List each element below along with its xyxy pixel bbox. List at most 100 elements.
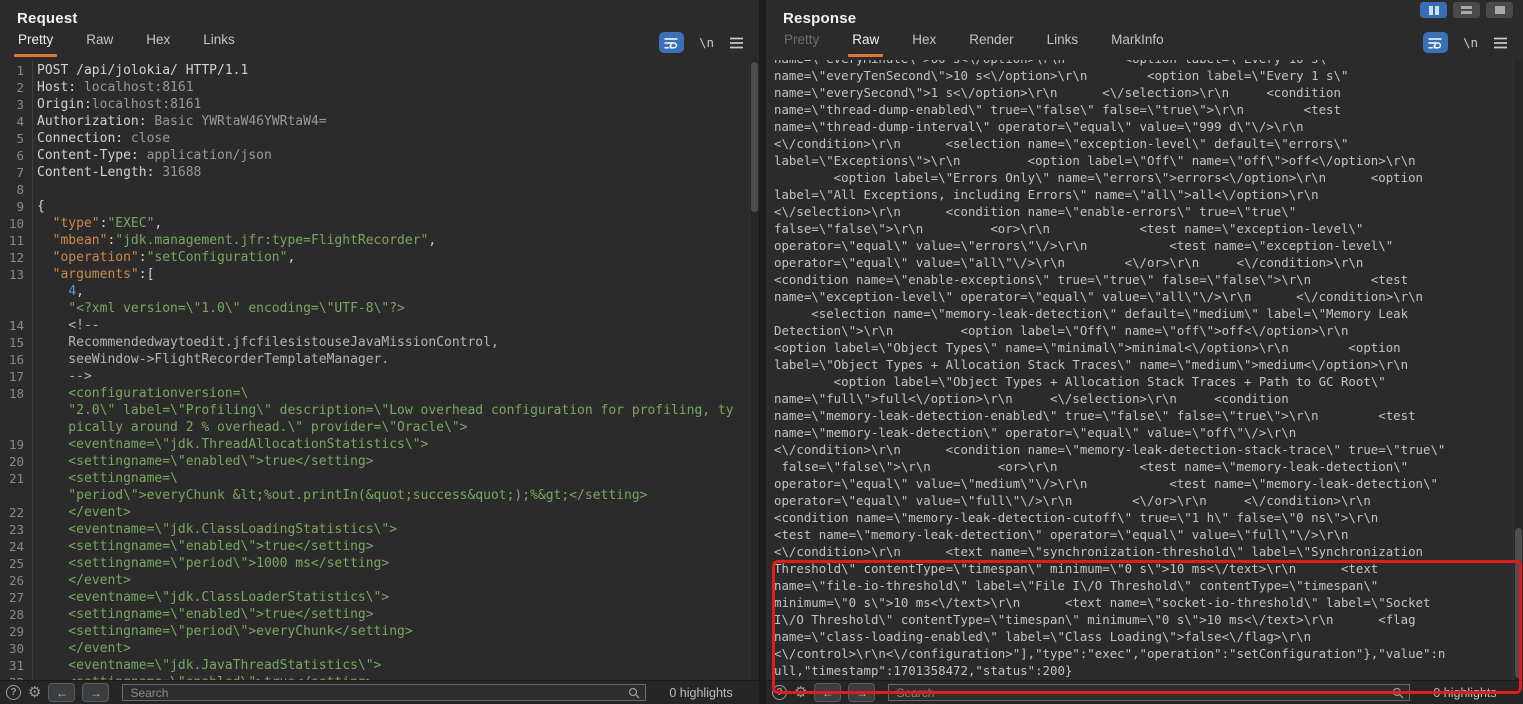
code-line: 28 <settingname=\"enabled\">true</settin… <box>0 606 759 623</box>
word-wrap-icon <box>1428 37 1443 49</box>
layout-side-by-side-button[interactable] <box>1420 2 1447 18</box>
code-text: "2.0\" label=\"Profiling\" description=\… <box>32 402 734 419</box>
search-settings-gear-icon[interactable]: ⚙ <box>28 685 41 700</box>
panel-menu-icon[interactable] <box>1493 37 1508 49</box>
layout-single-button[interactable] <box>1486 2 1513 18</box>
tab-raw[interactable]: Raw <box>85 28 114 57</box>
code-line: 7Content-Length: 31688 <box>0 164 759 181</box>
code-line: 27 <eventname=\"jdk.ClassLoaderStatistic… <box>0 589 759 606</box>
line-number <box>0 283 32 300</box>
code-line: 4, <box>0 283 759 300</box>
tab-pretty[interactable]: Pretty <box>783 28 820 57</box>
tab-raw[interactable]: Raw <box>851 28 880 57</box>
help-icon[interactable]: ? <box>772 685 787 700</box>
next-match-button[interactable]: → <box>848 683 875 702</box>
line-number <box>0 487 32 504</box>
request-search-field[interactable] <box>122 684 646 701</box>
response-scrollbar-thumb[interactable] <box>1515 528 1522 678</box>
previous-match-button[interactable]: ← <box>814 683 841 702</box>
tab-links[interactable]: Links <box>202 28 236 57</box>
show-newlines-toggle[interactable]: \n <box>699 35 714 50</box>
code-text: <settingname=\"enabled\">true</setting> <box>32 453 374 470</box>
line-number: 7 <box>0 164 32 181</box>
response-panel-header: Response Pretty Raw Hex Render Links MarkInfo… <box>766 0 1523 60</box>
show-newlines-toggle[interactable]: \n <box>1463 35 1478 50</box>
raw-line: name=\"everyTenSecond\">10 s<\/option>\r… <box>766 67 1523 84</box>
panel-splitter[interactable] <box>759 0 766 704</box>
tab-links[interactable]: Links <box>1046 28 1080 57</box>
line-number: 31 <box>0 657 32 674</box>
response-scrollbar[interactable] <box>1513 60 1523 680</box>
request-editor[interactable]: 1POST /api/jolokia/ HTTP/1.12Host: local… <box>0 60 759 680</box>
previous-match-button[interactable]: ← <box>48 683 75 702</box>
code-line: 26 </event> <box>0 572 759 589</box>
line-number: 20 <box>0 453 32 470</box>
help-icon[interactable]: ? <box>6 685 21 700</box>
code-line: pically around 2 % overhead.\" provider=… <box>0 419 759 436</box>
layout-stacked-button[interactable] <box>1453 2 1480 18</box>
code-text: <settingname=\"enabled\">true</setting> <box>32 606 374 623</box>
square-icon <box>1495 6 1505 14</box>
request-scrollbar[interactable] <box>749 60 759 680</box>
word-wrap-toggle-button[interactable] <box>659 32 684 53</box>
line-number: 2 <box>0 79 32 96</box>
raw-line: name=\"memory-leak-detection-enabled\" t… <box>766 407 1523 424</box>
response-search-input[interactable] <box>894 685 1392 701</box>
response-editor[interactable]: name=\"everyMinute\">60 s<\/option>\r\n … <box>766 60 1523 680</box>
code-line: 25 <settingname=\"period\">1000 ms</sett… <box>0 555 759 572</box>
tab-pretty[interactable]: Pretty <box>17 28 54 57</box>
code-line: 30 </event> <box>0 640 759 657</box>
raw-line: name=\"thread-dump-enabled\" true=\"fals… <box>766 101 1523 118</box>
raw-line: operator=\"equal\" value=\"all\"\/>\r\n … <box>766 254 1523 271</box>
code-text: --> <box>32 368 92 385</box>
line-number: 28 <box>0 606 32 623</box>
request-title: Request <box>0 0 759 27</box>
tab-markinfo[interactable]: MarkInfo <box>1110 28 1165 57</box>
code-line: 19 <eventname=\"jdk.ThreadAllocationStat… <box>0 436 759 453</box>
code-line: 6Content-Type: application/json <box>0 147 759 164</box>
code-text: </event> <box>32 572 131 589</box>
code-text: pically around 2 % overhead.\" provider=… <box>32 419 467 436</box>
raw-line: ull,"timestamp":1701358472,"status":200} <box>766 662 1523 679</box>
request-tabs: Pretty Raw Hex Links <box>17 28 267 57</box>
search-settings-gear-icon[interactable]: ⚙ <box>794 685 807 700</box>
code-text: Origin:localhost:8161 <box>32 96 201 113</box>
request-scrollbar-thumb[interactable] <box>751 62 758 212</box>
line-number: 15 <box>0 334 32 351</box>
code-line: 16 seeWindow->FlightRecorderTemplateMana… <box>0 351 759 368</box>
response-title: Response <box>766 0 1523 27</box>
request-panel-header: Request Pretty Raw Hex Links \n <box>0 0 759 60</box>
line-number: 5 <box>0 130 32 147</box>
code-text: "type":"EXEC", <box>32 215 162 232</box>
panel-menu-icon[interactable] <box>729 37 744 49</box>
tab-render[interactable]: Render <box>968 28 1014 57</box>
tab-hex[interactable]: Hex <box>145 28 171 57</box>
line-number: 18 <box>0 385 32 402</box>
line-number: 22 <box>0 504 32 521</box>
line-number: 3 <box>0 96 32 113</box>
next-match-button[interactable]: → <box>82 683 109 702</box>
tab-hex[interactable]: Hex <box>911 28 937 57</box>
code-line: 31 <eventname=\"jdk.JavaThreadStatistics… <box>0 657 759 674</box>
raw-line: <condition name=\"memory-leak-detection-… <box>766 509 1523 526</box>
code-text: POST /api/jolokia/ HTTP/1.1 <box>32 62 248 79</box>
response-search-field[interactable] <box>888 684 1410 701</box>
code-line: 2Host: localhost:8161 <box>0 79 759 96</box>
tab-label: Hex <box>146 32 170 47</box>
code-line: "2.0\" label=\"Profiling\" description=\… <box>0 402 759 419</box>
code-line: 8 <box>0 181 759 198</box>
word-wrap-toggle-button[interactable] <box>1423 32 1448 53</box>
code-line: 17 --> <box>0 368 759 385</box>
line-number: 13 <box>0 266 32 283</box>
code-line: 3Origin:localhost:8161 <box>0 96 759 113</box>
response-panel: Response Pretty Raw Hex Render Links MarkInfo… <box>766 0 1523 704</box>
line-number: 23 <box>0 521 32 538</box>
request-search-input[interactable] <box>128 685 628 701</box>
code-line: 23 <eventname=\"jdk.ClassLoadingStatisti… <box>0 521 759 538</box>
code-text: </event> <box>32 504 131 521</box>
request-tab-tools: \n <box>659 32 759 57</box>
code-line: 4Authorization: Basic YWRtaW46YWRtaW4= <box>0 113 759 130</box>
raw-line: label=\"Exceptions\">\r\n <option label=… <box>766 152 1523 169</box>
request-code-lines: 1POST /api/jolokia/ HTTP/1.12Host: local… <box>0 62 759 680</box>
response-tab-row: Pretty Raw Hex Render Links MarkInfo \n <box>766 30 1523 57</box>
